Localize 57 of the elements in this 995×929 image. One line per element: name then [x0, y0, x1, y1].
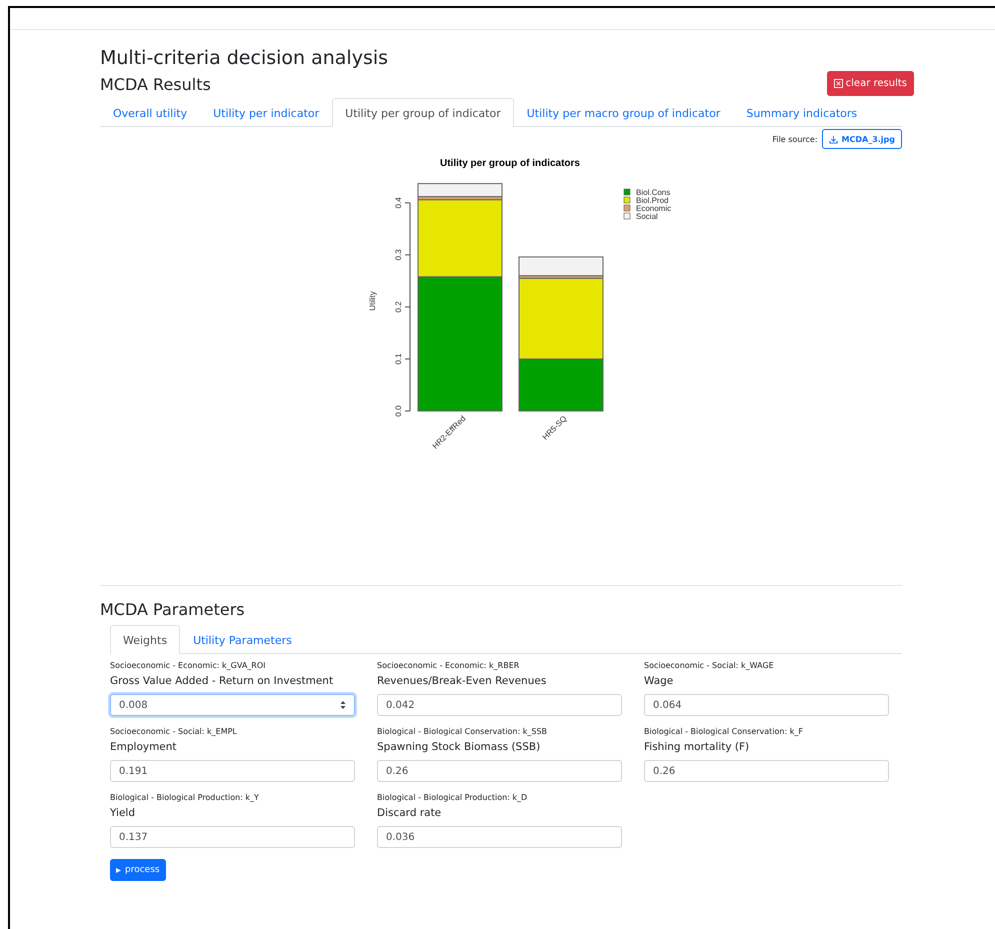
legend-label: Biol.Cons	[636, 188, 670, 197]
close-icon	[834, 79, 843, 88]
field-group-label: Socioeconomic - Social: k_EMPL	[110, 726, 238, 738]
field-label: Gross Value Added - Return on Investment	[110, 674, 334, 688]
number-field[interactable]: 0.042	[377, 694, 622, 716]
section-heading: MCDA Results	[100, 74, 211, 96]
download-button[interactable]: MCDA_3.jpg	[822, 129, 902, 149]
legend-label: Social	[636, 212, 658, 221]
tab[interactable]: Utility per group of indicator	[332, 98, 514, 127]
tab[interactable]: Utility Parameters	[180, 625, 305, 654]
field-label: Revenues/Break-Even Revenues	[377, 674, 548, 688]
legend-item: Biol.Prod	[624, 196, 668, 205]
legend-label: Economic	[636, 204, 672, 213]
field-label: Yield	[110, 806, 136, 820]
legend-item: Social	[624, 212, 658, 221]
tick-label: 0.3	[394, 249, 403, 260]
clear-results-button[interactable]: clear results	[826, 71, 914, 96]
field-label: Discard rate	[377, 806, 442, 820]
number-field[interactable]: 0.26	[644, 760, 889, 782]
field-group-label: Socioeconomic - Social: k_WAGE	[644, 660, 775, 672]
axis-label: Utility	[368, 291, 377, 311]
number-field[interactable]: 0.008	[110, 694, 355, 716]
field-label: Spawning Stock Biomass (SSB)	[377, 740, 542, 754]
tick-label: 0.2	[394, 301, 403, 312]
tab[interactable]: Utility per indicator	[200, 98, 332, 127]
tab[interactable]: Utility per macro group of indicator	[514, 98, 734, 127]
tab[interactable]: Summary indicators	[733, 98, 870, 127]
legend-item: Biol.Cons	[624, 188, 670, 197]
tick-label: 0.4	[394, 197, 403, 208]
process-button[interactable]: process	[110, 859, 166, 881]
number-field[interactable]: 0.26	[377, 760, 622, 782]
number-field[interactable]: 0.064	[644, 694, 889, 716]
legend-label: Biol.Prod	[636, 196, 668, 205]
field-label: Employment	[110, 740, 178, 754]
play-icon	[116, 868, 121, 872]
tick-label: 0.1	[394, 353, 403, 365]
legend-item: Economic	[624, 204, 672, 213]
download-icon	[828, 134, 838, 144]
section-heading: MCDA Parameters	[100, 599, 246, 621]
field-group-label: Biological - Biological Conservation: k_F	[644, 726, 804, 738]
field-group-label: Biological - Biological Conservation: k_SSB	[377, 726, 548, 738]
number-field[interactable]: 0.191	[110, 760, 355, 782]
field-label: Wage	[644, 674, 674, 688]
tick-label: 0.0	[394, 405, 403, 417]
tab[interactable]: Weights	[110, 625, 180, 654]
spinner-icon[interactable]	[340, 700, 346, 710]
number-field[interactable]: 0.036	[377, 826, 622, 848]
field-group-label: Socioeconomic - Economic: k_RBER	[377, 660, 520, 672]
field-group-label: Biological - Biological Production: k_Y	[110, 792, 260, 804]
field-label: Fishing mortality (F)	[644, 740, 750, 754]
field-group-label: Biological - Biological Production: k_D	[377, 792, 528, 804]
file-source-label: File source:	[772, 134, 818, 144]
number-field[interactable]: 0.137	[110, 826, 355, 848]
tab[interactable]: Overall utility	[100, 98, 200, 127]
field-group-label: Socioeconomic - Economic: k_GVA_ROI	[110, 660, 266, 672]
page-title: Multi-criteria decision analysis	[100, 46, 390, 71]
chart-title: Utility per group of indicators	[440, 158, 580, 169]
